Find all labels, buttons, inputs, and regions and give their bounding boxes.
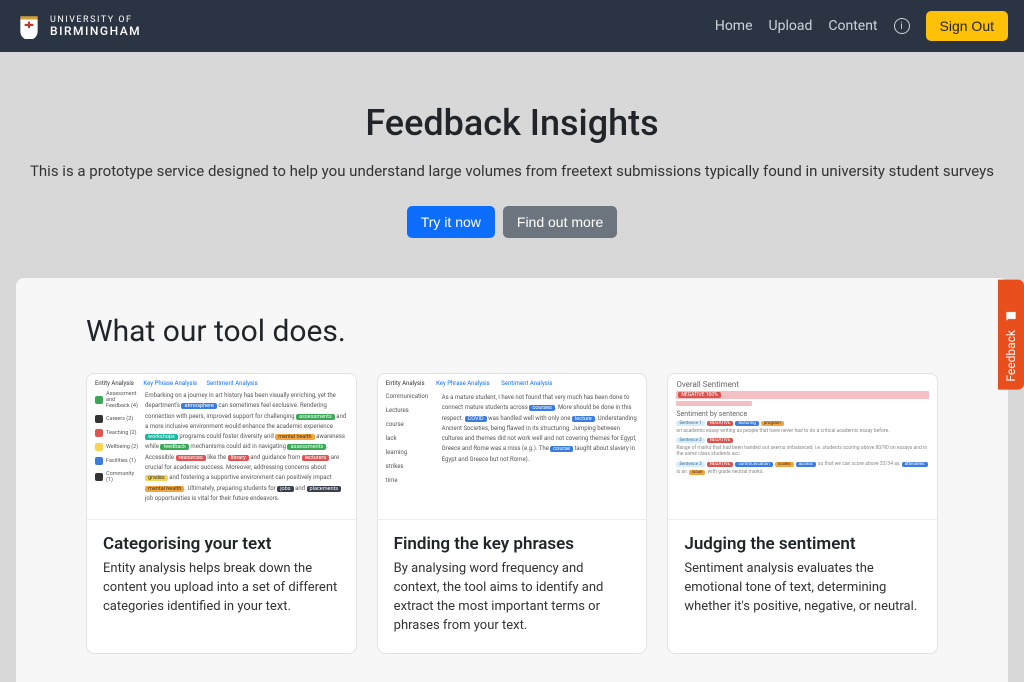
preview-header: Overall Sentiment [676, 380, 929, 389]
card-title: Categorising your text [103, 534, 340, 554]
section-heading: What our tool does. [86, 314, 938, 349]
phrase-item: lack [386, 435, 434, 442]
card-preview-1: Entity Analysis Key Phrase Analysis Sent… [87, 374, 356, 520]
card-text: Entity analysis helps break down the con… [103, 560, 340, 617]
preview-tab: Key Phrase Analysis [436, 380, 490, 387]
brand-line-2: BIRMINGHAM [50, 25, 141, 37]
preview-tab: Key Phrase Analysis [143, 380, 197, 387]
preview-tab: Sentiment Analysis [207, 380, 258, 387]
category-label: Community (1) [106, 471, 139, 483]
card-preview-2: Entity Analysis Key Phrase Analysis Sent… [378, 374, 647, 520]
brand-crest-icon [16, 13, 42, 39]
card-key-phrases: Entity Analysis Key Phrase Analysis Sent… [377, 373, 648, 654]
category-row: Community (1) [95, 471, 139, 483]
preview-subheader: Sentiment by sentence [676, 410, 929, 418]
phrase-item: time [386, 477, 434, 484]
card-text: By analysing word frequency and context,… [394, 560, 631, 635]
phrase-item: course [386, 421, 434, 428]
card-sentiment: Overall Sentiment NEGATIVE 100% Sentimen… [667, 373, 938, 654]
preview-tab: Entity Analysis [386, 380, 425, 387]
nav-right: Home Upload Content i Sign Out [715, 11, 1008, 41]
info-icon[interactable]: i [894, 18, 910, 34]
category-label: Teaching (2) [106, 430, 137, 436]
feedback-tab[interactable]: Feedback [998, 280, 1024, 390]
preview-tab: Entity Analysis [95, 380, 134, 387]
cards-row: Entity Analysis Key Phrase Analysis Sent… [86, 373, 938, 654]
find-out-more-button[interactable]: Find out more [503, 206, 617, 238]
category-color-icon [95, 415, 103, 423]
category-label: Wellbeing (2) [106, 444, 138, 450]
category-row: Wellbeing (2) [95, 443, 139, 451]
preview-tab: Sentiment Analysis [501, 380, 552, 387]
nav-home[interactable]: Home [715, 18, 753, 34]
card-categorising: Entity Analysis Key Phrase Analysis Sent… [86, 373, 357, 654]
category-row: Assessment and Feedback (4) [95, 391, 139, 409]
nav-upload[interactable]: Upload [769, 18, 813, 34]
category-row: Careers (2) [95, 415, 139, 423]
chat-icon [1004, 310, 1018, 324]
navbar: UNIVERSITY OF BIRMINGHAM Home Upload Con… [0, 0, 1024, 52]
category-color-icon [95, 457, 103, 465]
category-color-icon [95, 429, 103, 437]
brand[interactable]: UNIVERSITY OF BIRMINGHAM [16, 13, 141, 39]
category-label: Assessment and Feedback (4) [106, 391, 139, 409]
category-color-icon [95, 443, 103, 451]
category-color-icon [95, 473, 103, 481]
phrase-item: strikes [386, 463, 434, 470]
try-button[interactable]: Try it now [407, 206, 495, 238]
page-subtitle: This is a prototype service designed to … [20, 162, 1004, 180]
page-title: Feedback Insights [20, 102, 1004, 144]
card-text: Sentiment analysis evaluates the emotion… [684, 560, 921, 617]
category-row: Facilities (1) [95, 457, 139, 465]
phrase-item: Lectures [386, 407, 434, 414]
nav-content[interactable]: Content [828, 18, 877, 34]
hero-buttons: Try it now Find out more [20, 206, 1004, 238]
category-color-icon [95, 396, 103, 404]
phrase-item: Communication [386, 393, 434, 400]
phrase-item: learning [386, 449, 434, 456]
brand-text: UNIVERSITY OF BIRMINGHAM [50, 16, 141, 37]
neg-label: NEGATIVE 100% [678, 392, 720, 398]
category-row: Teaching (2) [95, 429, 139, 437]
features-section: What our tool does. Entity Analysis Key … [16, 278, 1008, 682]
category-label: Facilities (1) [106, 458, 136, 464]
card-title: Finding the key phrases [394, 534, 631, 554]
signout-button[interactable]: Sign Out [926, 11, 1008, 41]
card-title: Judging the sentiment [684, 534, 921, 554]
hero: Feedback Insights This is a prototype se… [0, 52, 1024, 278]
category-label: Careers (2) [106, 416, 133, 422]
feedback-label: Feedback [1004, 330, 1018, 382]
card-preview-3: Overall Sentiment NEGATIVE 100% Sentimen… [668, 374, 937, 520]
